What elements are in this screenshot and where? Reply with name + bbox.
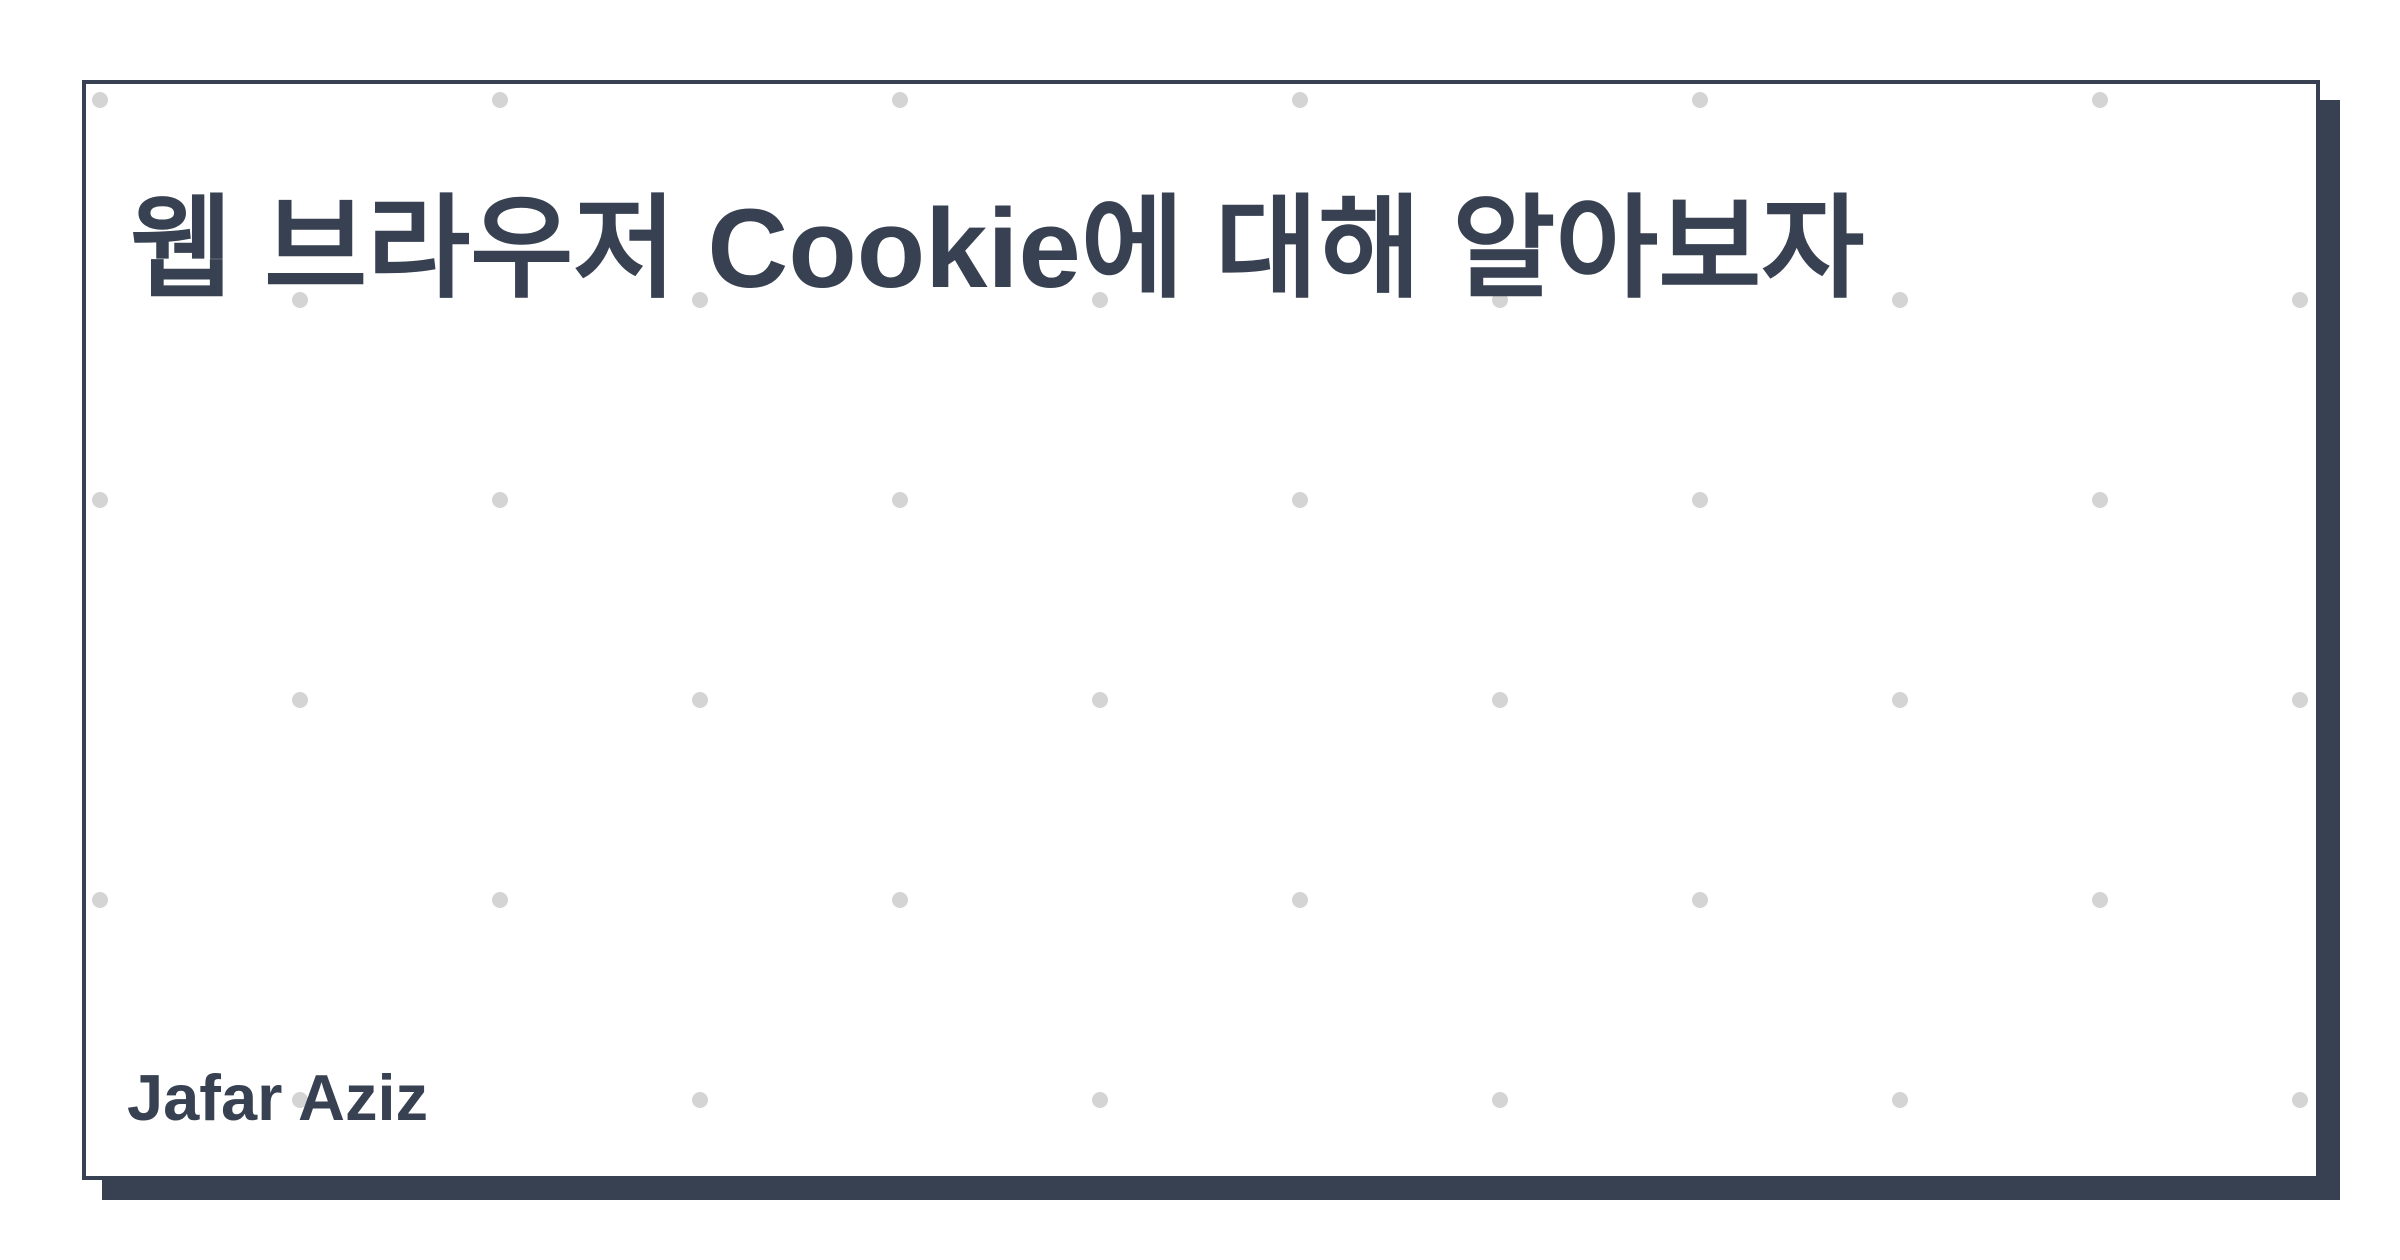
grid-dot bbox=[1092, 1092, 1108, 1108]
grid-dot bbox=[292, 692, 308, 708]
grid-dot bbox=[1292, 492, 1308, 508]
grid-dot bbox=[692, 692, 708, 708]
grid-dot bbox=[1292, 892, 1308, 908]
grid-dot bbox=[692, 1092, 708, 1108]
grid-dot bbox=[1492, 692, 1508, 708]
grid-dot bbox=[492, 892, 508, 908]
grid-dot bbox=[1292, 92, 1308, 108]
grid-dot bbox=[2092, 892, 2108, 908]
grid-dot bbox=[2292, 1092, 2308, 1108]
grid-dot bbox=[892, 492, 908, 508]
title-card: 웹 브라우저 Cookie에 대해 알아보자 Jafar Aziz bbox=[82, 80, 2320, 1180]
grid-dot bbox=[1492, 1092, 1508, 1108]
grid-dot bbox=[1092, 692, 1108, 708]
grid-dot bbox=[92, 892, 108, 908]
grid-dot bbox=[2092, 92, 2108, 108]
page-title: 웹 브라우저 Cookie에 대해 알아보자 bbox=[130, 186, 1865, 311]
grid-dot bbox=[1692, 92, 1708, 108]
grid-dot bbox=[492, 92, 508, 108]
grid-dot bbox=[892, 892, 908, 908]
grid-dot bbox=[1892, 292, 1908, 308]
grid-dot bbox=[1692, 492, 1708, 508]
grid-dot bbox=[92, 92, 108, 108]
grid-dot bbox=[892, 92, 908, 108]
grid-dot bbox=[1892, 692, 1908, 708]
grid-dot bbox=[2292, 692, 2308, 708]
author-name: Jafar Aziz bbox=[127, 1061, 429, 1134]
grid-dot bbox=[1692, 892, 1708, 908]
grid-dot bbox=[1892, 1092, 1908, 1108]
grid-dot bbox=[2092, 492, 2108, 508]
grid-dot bbox=[2292, 292, 2308, 308]
grid-dot bbox=[92, 492, 108, 508]
grid-dot bbox=[492, 492, 508, 508]
